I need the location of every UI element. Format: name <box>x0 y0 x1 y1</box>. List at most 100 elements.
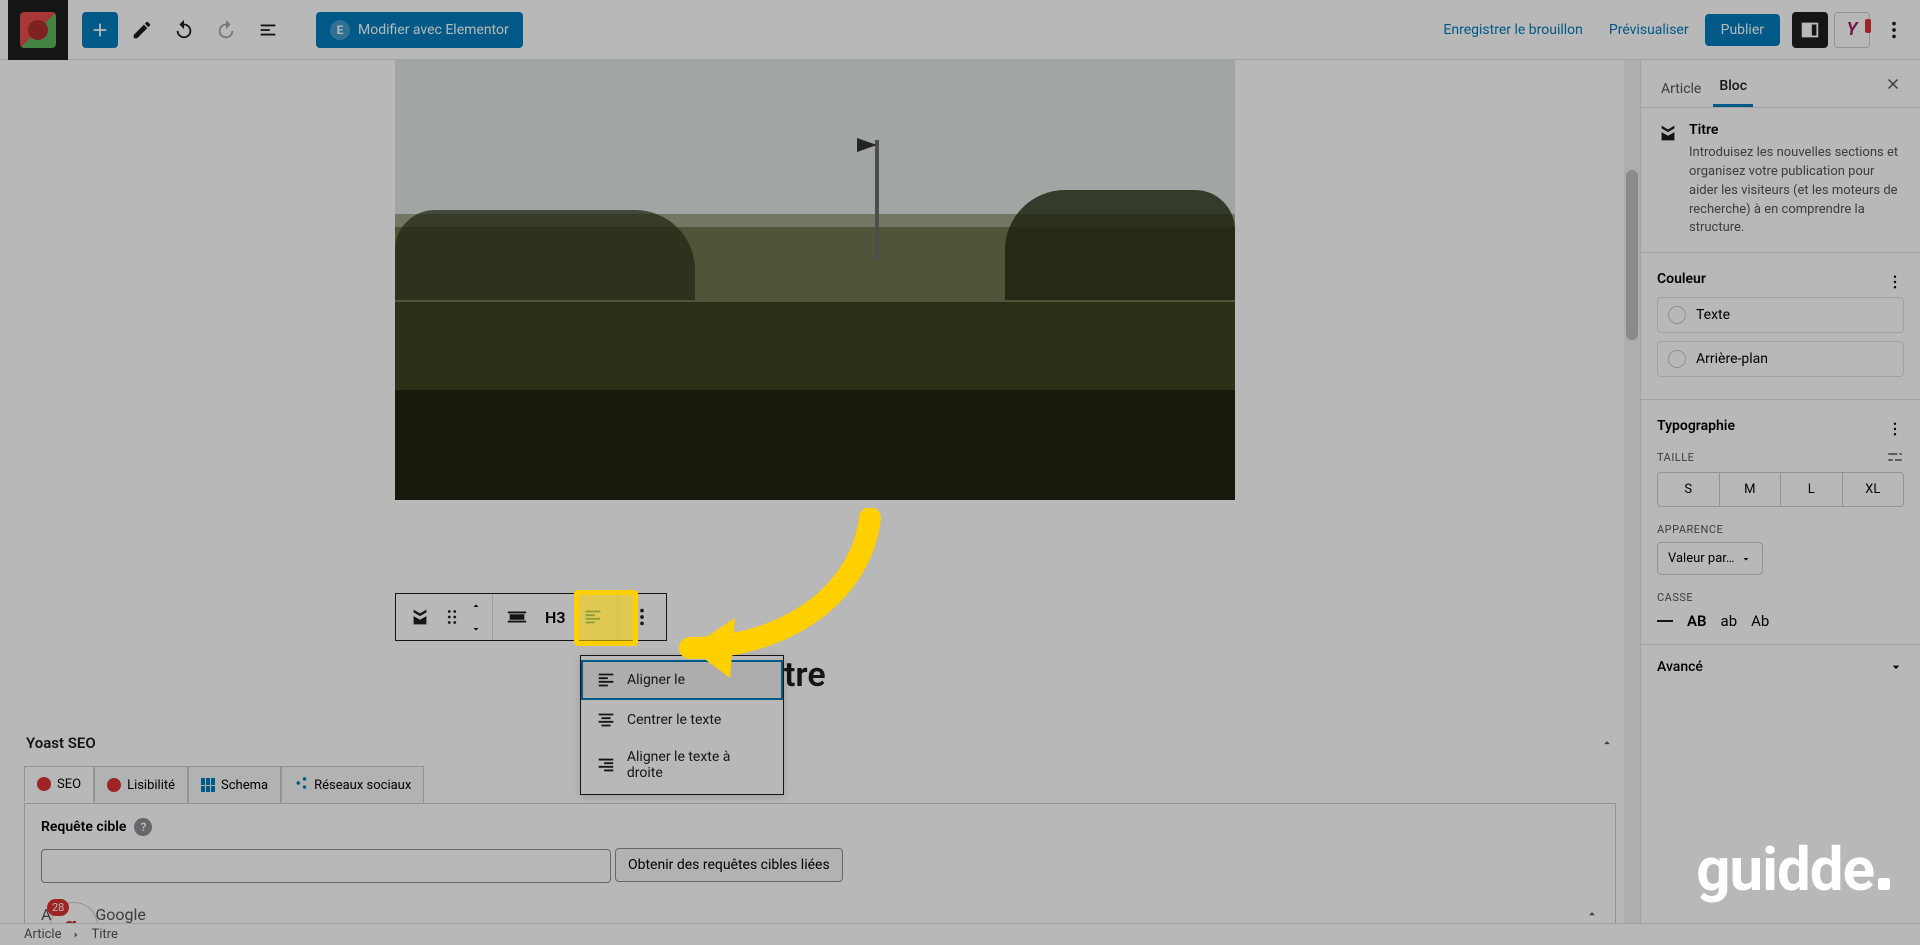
casse-lower[interactable]: ab <box>1721 612 1738 630</box>
settings-panel-toggle[interactable] <box>1792 12 1828 48</box>
size-label: TAILLE <box>1657 451 1694 464</box>
edit-mode-button[interactable] <box>124 12 160 48</box>
color-swatch-icon <box>1668 306 1686 324</box>
yoast-tab-readability[interactable]: Lisibilité <box>94 766 188 803</box>
featured-image-block[interactable] <box>395 60 1235 500</box>
chevron-up-icon[interactable] <box>1585 907 1599 921</box>
redo-button[interactable] <box>208 12 244 48</box>
appearance-select[interactable]: Valeur par… <box>1657 542 1763 575</box>
color-swatch-icon <box>1668 350 1686 368</box>
yoast-icon: Y <box>1847 19 1858 40</box>
sidebar-tab-bloc[interactable]: Bloc <box>1713 68 1753 107</box>
color-section-heading: Couleur <box>1657 267 1706 297</box>
align-left-icon <box>582 606 604 628</box>
redo-icon <box>215 19 237 41</box>
align-wide-icon <box>506 606 528 628</box>
more-options-button[interactable] <box>1876 12 1912 48</box>
block-more-button[interactable] <box>622 594 662 640</box>
align-left-option[interactable]: Aligner le <box>581 660 783 700</box>
status-dot-icon <box>37 777 51 791</box>
crumb-leaf[interactable]: Titre <box>91 927 117 942</box>
canvas-scrollbar[interactable] <box>1624 60 1640 923</box>
collapse-icon[interactable] <box>1600 736 1614 750</box>
sliders-icon[interactable] <box>1886 448 1904 466</box>
flag-decor <box>875 140 879 260</box>
casse-none[interactable] <box>1657 620 1673 622</box>
list-icon <box>257 19 279 41</box>
yoast-body: Requête cible ? Obtenir des requêtes cib… <box>24 803 1616 923</box>
yoast-panel-button[interactable]: Y <box>1834 12 1870 48</box>
document-overview-button[interactable] <box>250 12 286 48</box>
size-m[interactable]: M <box>1720 473 1782 506</box>
scroll-thumb[interactable] <box>1626 170 1638 340</box>
yoast-panel: Yoast SEO SEO Lisibilité Schema Réseaux … <box>0 718 1640 923</box>
casse-label: CASSE <box>1657 591 1904 604</box>
chevron-down-icon <box>470 623 482 635</box>
wp-logo-button[interactable] <box>8 0 68 60</box>
sidebar-icon <box>1799 19 1821 41</box>
move-up-button[interactable] <box>464 594 488 617</box>
undo-button[interactable] <box>166 12 202 48</box>
related-keywords-button[interactable]: Obtenir des requêtes cibles liées <box>615 848 843 882</box>
block-type-button[interactable] <box>400 594 440 640</box>
grid-icon <box>201 778 215 792</box>
help-icon[interactable]: ? <box>134 818 152 836</box>
pencil-icon <box>131 19 153 41</box>
focus-keyword-input[interactable] <box>41 849 611 883</box>
heading-block-icon <box>1657 122 1679 144</box>
heading-level-button[interactable]: H3 <box>537 608 573 627</box>
size-xl[interactable]: XL <box>1843 473 1904 506</box>
grammarly-icon: g. <box>64 912 85 923</box>
block-align-button[interactable] <box>497 594 537 640</box>
save-draft-link[interactable]: Enregistrer le brouillon <box>1433 14 1592 46</box>
sidebar-tab-article[interactable]: Article <box>1655 71 1707 107</box>
chevron-down-icon <box>1888 659 1904 675</box>
appearance-label: APPARENCE <box>1657 523 1904 536</box>
typography-heading: Typographie <box>1657 414 1735 444</box>
advanced-section-toggle[interactable]: Avancé <box>1641 645 1920 689</box>
sidebar-close-button[interactable] <box>1880 65 1906 107</box>
drag-icon <box>441 606 463 628</box>
elementor-icon: E <box>330 20 350 40</box>
top-toolbar: E Modifier avec Elementor Enregistrer le… <box>0 0 1920 60</box>
kebab-icon[interactable] <box>1886 273 1904 291</box>
casse-upper[interactable]: AB <box>1687 612 1707 630</box>
yoast-tab-social[interactable]: Réseaux sociaux <box>281 766 424 803</box>
undo-icon <box>173 19 195 41</box>
kebab-icon <box>631 606 653 628</box>
chevron-down-icon <box>1740 553 1752 565</box>
crumb-root[interactable]: Article <box>24 927 61 942</box>
size-s[interactable]: S <box>1658 473 1720 506</box>
color-bg-button[interactable]: Arrière-plan <box>1657 341 1904 377</box>
heading-block-text[interactable]: tre <box>784 655 826 695</box>
kebab-icon[interactable] <box>1886 420 1904 438</box>
trees-right-decor <box>1005 190 1235 300</box>
heading-block-icon <box>409 606 431 628</box>
yoast-panel-title: Yoast SEO <box>26 734 96 752</box>
settings-sidebar: Article Bloc Titre Introduisez les nouve… <box>1640 60 1920 923</box>
kebab-icon <box>1883 19 1905 41</box>
drag-handle[interactable] <box>440 594 464 640</box>
status-dot-icon <box>107 778 121 792</box>
color-text-button[interactable]: Texte <box>1657 297 1904 333</box>
casse-cap[interactable]: Ab <box>1751 612 1769 630</box>
block-toolbar: H3 <box>395 593 667 641</box>
text-align-button[interactable] <box>573 594 613 640</box>
block-breadcrumb: Article Titre <box>0 923 1920 945</box>
elementor-label: Modifier avec Elementor <box>358 22 509 38</box>
move-down-button[interactable] <box>464 617 488 640</box>
plus-icon <box>89 19 111 41</box>
yoast-tab-seo[interactable]: SEO <box>24 766 94 803</box>
add-block-button[interactable] <box>82 12 118 48</box>
publish-button[interactable]: Publier <box>1705 14 1780 46</box>
block-description: Introduisez les nouvelles sections et or… <box>1689 144 1904 238</box>
edit-with-elementor-button[interactable]: E Modifier avec Elementor <box>316 12 523 48</box>
block-name: Titre <box>1689 122 1904 138</box>
yoast-tabs: SEO Lisibilité Schema Réseaux sociaux <box>24 766 1616 803</box>
preview-link[interactable]: Prévisualiser <box>1599 14 1699 46</box>
size-selector: S M L XL <box>1657 472 1904 507</box>
yoast-tab-schema[interactable]: Schema <box>188 766 281 803</box>
size-l[interactable]: L <box>1781 473 1843 506</box>
focus-keyword-label: Requête cible <box>41 819 126 835</box>
badge-count: 28 <box>47 899 69 916</box>
